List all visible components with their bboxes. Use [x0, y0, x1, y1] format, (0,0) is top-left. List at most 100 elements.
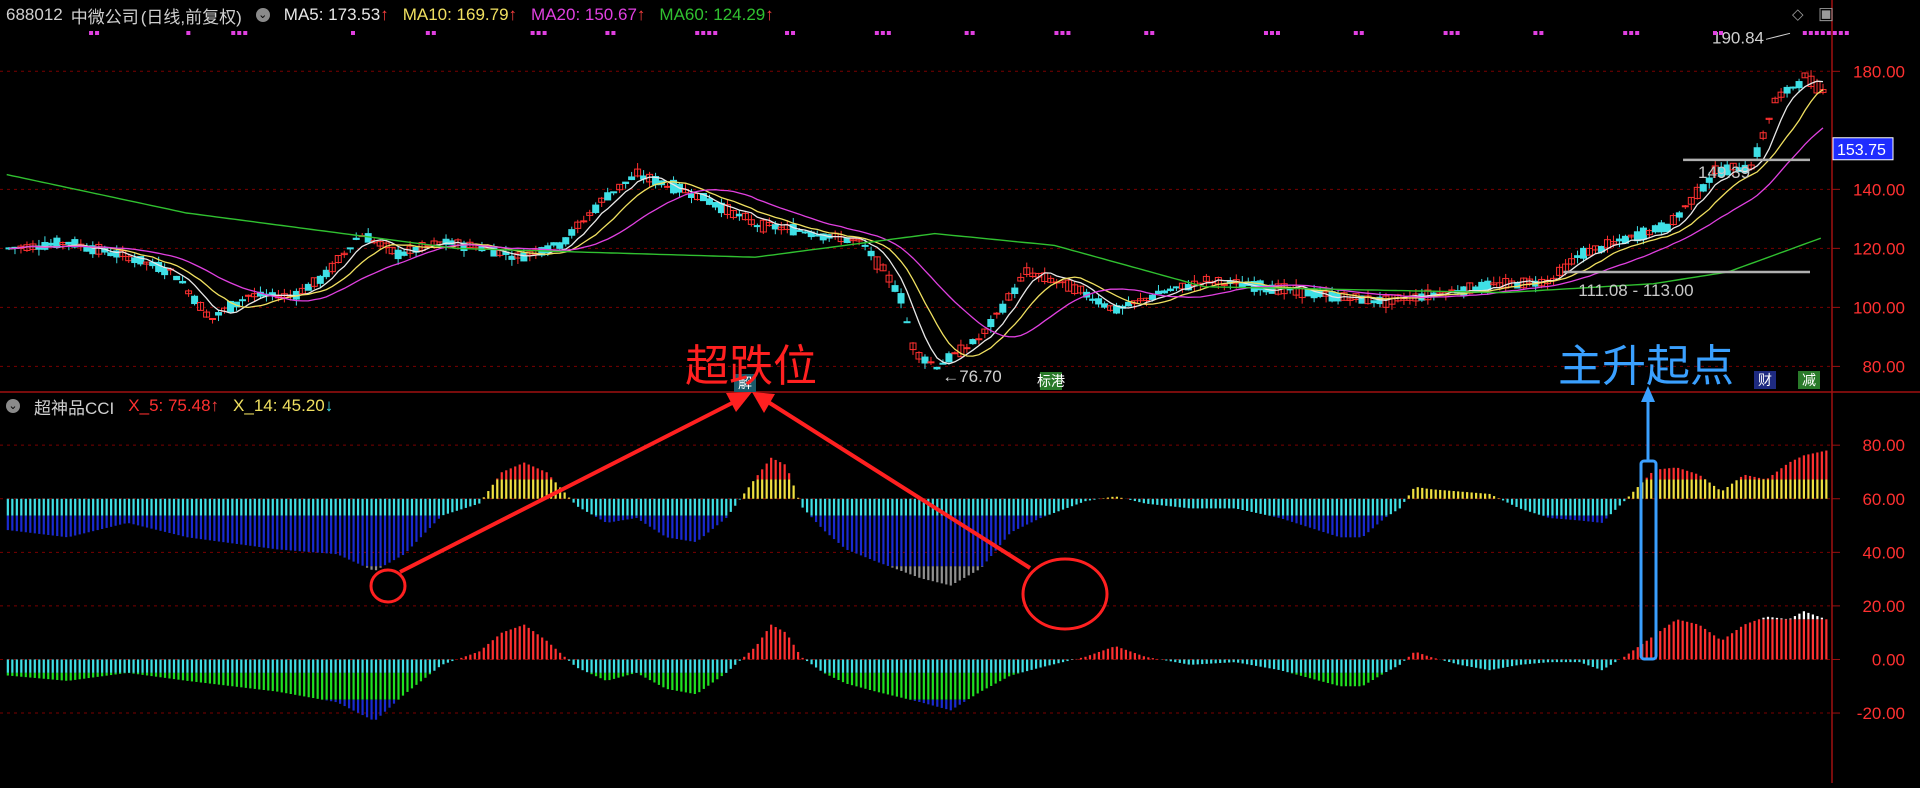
x14-bar-blue	[7, 516, 9, 530]
candle-up	[1221, 284, 1227, 285]
x14-bar-cyan	[115, 499, 117, 516]
x14-bar-blue	[326, 516, 328, 554]
x14-bar-cyan	[469, 499, 471, 507]
x5-bar-green	[721, 673, 723, 676]
x5-bar-cyan	[739, 659, 741, 660]
x14-bar-cyan	[1403, 499, 1405, 502]
x14-bar-blue	[290, 516, 292, 551]
x14-bar-cyan	[707, 499, 709, 516]
x5-bar-cyan	[676, 659, 678, 672]
x14-bar-cyan	[640, 499, 642, 516]
x14-bar-yellow	[1821, 479, 1823, 498]
x5-bar-cyan	[1219, 659, 1221, 663]
x5-bar-cyan	[1390, 659, 1392, 669]
x14-bar-yellow	[1776, 479, 1778, 498]
x5-bar-cyan	[1291, 659, 1293, 672]
x14-bar-blue	[123, 516, 125, 524]
x14-bar-cyan	[1560, 499, 1562, 516]
event-dot	[1833, 31, 1837, 35]
x5-bar-cyan	[586, 659, 588, 672]
x5-bar-cyan	[1309, 659, 1311, 672]
x5-bar-red	[1762, 619, 1764, 659]
x14-bar-cyan	[950, 499, 952, 516]
x14-bar-cyan	[1134, 499, 1136, 501]
candle-down	[305, 284, 311, 290]
x5-bar-cyan	[344, 659, 346, 672]
x14-bar-cyan	[1080, 499, 1082, 503]
x5-bar-cyan	[1551, 659, 1553, 662]
candle-up	[665, 186, 671, 187]
x5-bar-cyan	[88, 659, 90, 672]
x14-bar-blue	[914, 516, 916, 567]
x14-bar-red	[1753, 477, 1755, 480]
x14-bar-cyan	[1004, 499, 1006, 516]
x14-bar-cyan	[873, 499, 875, 516]
x14-bar-cyan	[900, 499, 902, 516]
collapse-icon[interactable]: ⌄	[6, 399, 20, 413]
x5-bar-cyan	[159, 659, 161, 672]
candle-up	[994, 313, 1000, 314]
x5-bar-red	[514, 628, 516, 660]
diamond-icon[interactable]: ◇	[1792, 5, 1804, 23]
event-dot	[186, 31, 190, 35]
x5-bar-cyan	[65, 659, 67, 672]
x14-bar-yellow	[797, 498, 799, 499]
window-toggle-icon[interactable]: ▣	[1818, 4, 1834, 24]
x14-bar-cyan	[1053, 499, 1055, 513]
x14-bar-cyan	[1030, 499, 1032, 516]
x14-bar-cyan	[43, 499, 45, 516]
x5-bar-green	[375, 673, 377, 700]
x14-bar-cyan	[1322, 499, 1324, 516]
x5-bar-green	[1008, 673, 1010, 676]
x14-bar-cyan	[1044, 499, 1046, 516]
x5-bar-white	[1789, 618, 1791, 619]
x14-bar-cyan	[1569, 499, 1571, 516]
x5-bar-cyan	[92, 659, 94, 672]
x5-bar-cyan	[1071, 659, 1073, 660]
x5-bar-cyan	[379, 659, 381, 672]
x14-bar-blue	[159, 516, 161, 531]
x5-bar-blue	[936, 700, 938, 707]
x14-bar-yellow	[1709, 483, 1711, 499]
x14-bar-yellow	[487, 491, 489, 499]
event-dot	[237, 31, 241, 35]
x5-bar-green	[667, 673, 669, 689]
x14-bar-blue	[671, 516, 673, 539]
collapse-icon[interactable]: ⌄	[256, 8, 270, 22]
candle-down	[1102, 304, 1108, 307]
candle-down	[509, 256, 515, 259]
x14-bar-red	[1816, 452, 1818, 479]
x14-bar-cyan	[312, 499, 314, 516]
x14-bar-cyan	[155, 499, 157, 516]
x14-bar-cyan	[317, 499, 319, 516]
x5-bar-cyan	[568, 659, 570, 660]
x14-bar-yellow	[1762, 479, 1764, 498]
x14-bar-blue	[707, 516, 709, 533]
x5-bar-red	[752, 649, 754, 660]
x14-bar-yellow	[1412, 489, 1414, 499]
x5-bar-blue	[366, 700, 368, 718]
x14-bar-yellow	[1444, 490, 1446, 498]
event-dot	[1827, 31, 1831, 35]
x5-bar-green	[1318, 673, 1320, 681]
x14-bar-blue	[622, 516, 624, 521]
x14-bar-blue	[1340, 516, 1342, 538]
x5-bar-green	[981, 673, 983, 691]
x14-bar-yellow	[1646, 479, 1648, 498]
ma20-legend: MA20: 150.67↑	[531, 5, 645, 25]
x14-bar-blue	[38, 516, 40, 534]
x14-bar-yellow	[1421, 488, 1423, 499]
cci-tick-label: 20.00	[1862, 597, 1905, 616]
cci-tick-label: 80.00	[1862, 436, 1905, 455]
x5-bar-green	[932, 673, 934, 700]
x14-bar-cyan	[981, 499, 983, 516]
x5-bar-green	[254, 673, 256, 689]
x14-bar-red	[1740, 477, 1742, 480]
x14-bar-blue	[626, 516, 628, 520]
x5-bar-red	[1767, 619, 1769, 659]
x5-bar-cyan	[186, 659, 188, 672]
x14-bar-cyan	[1565, 499, 1567, 516]
candle-down	[904, 322, 910, 323]
x14-bar-cyan	[1372, 499, 1374, 516]
arrow-up-icon: ↑	[509, 5, 518, 24]
